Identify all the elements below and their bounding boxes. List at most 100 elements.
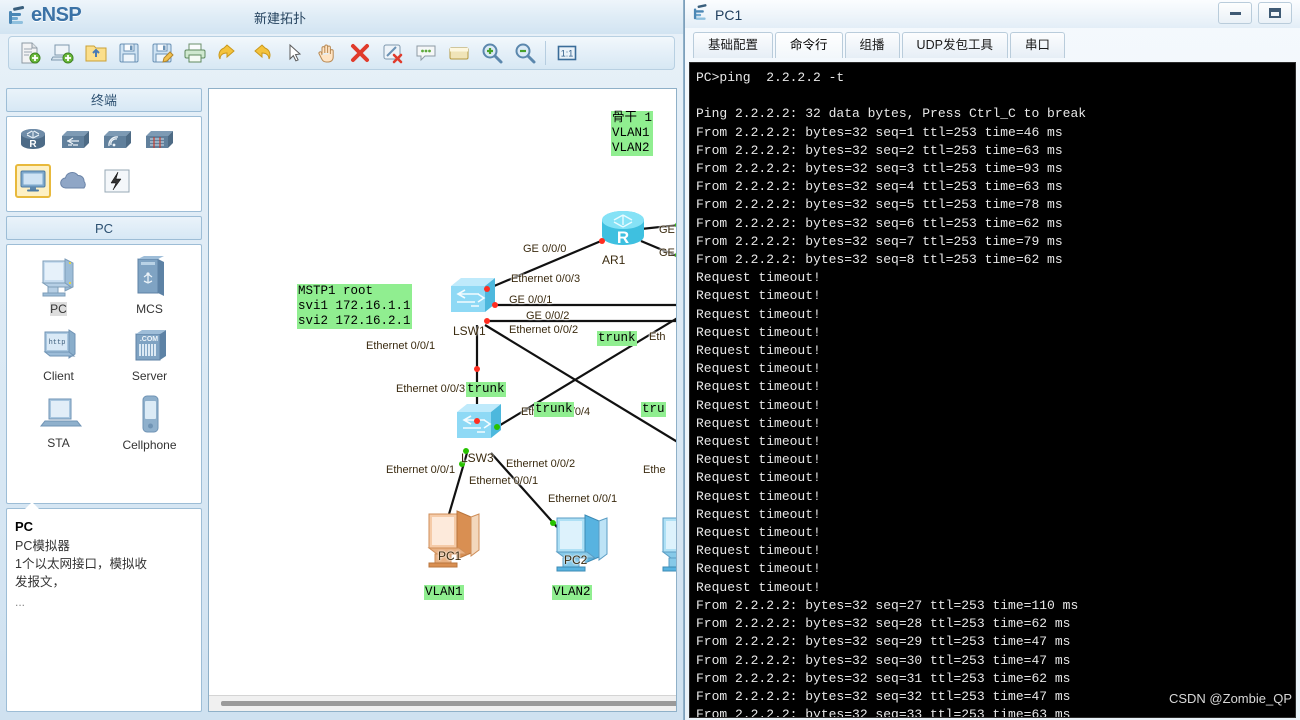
info-line-3: 发报文， (15, 575, 66, 590)
redo-icon[interactable] (244, 38, 277, 68)
link-endpoint-dot (675, 222, 676, 228)
scrollbar-thumb[interactable] (221, 701, 676, 706)
comment-icon[interactable] (409, 38, 442, 68)
terminal-line: Request timeout! (696, 397, 821, 413)
category-header-pc[interactable]: PC (6, 216, 202, 240)
select-cursor-icon[interactable] (277, 38, 310, 68)
firewall-icon[interactable] (141, 123, 177, 157)
print-icon[interactable] (178, 38, 211, 68)
interface-label: Ethernet 0/0/1 (386, 464, 456, 476)
terminal-line: From 2.2.2.2: bytes=32 seq=5 ttl=253 tim… (696, 197, 1063, 213)
ensp-titlebar: eNSP 新建拓扑 (0, 0, 683, 34)
device-label-pc2: PC2 (564, 553, 588, 567)
link-endpoint-dot (484, 286, 490, 292)
pc-device-grid: PC MCS http Client .COM Server STA Cellp… (6, 244, 202, 504)
pc1-window-title: PC1 (715, 6, 743, 23)
terminal-line: Request timeout! (696, 579, 821, 595)
terminal-line: From 2.2.2.2: bytes=32 seq=6 ttl=253 tim… (696, 215, 1063, 231)
annotation-tag-trunk[interactable]: trunk (534, 402, 574, 417)
tab-udp-tool[interactable]: UDP发包工具 (901, 32, 1008, 58)
svg-text:1:1: 1:1 (560, 49, 573, 59)
topology-canvas-container: R AR1 LSW1 LSW3 PC1 PC2 GE 0/0/0 GE GE E… (208, 88, 677, 712)
terminal-line: Request timeout! (696, 561, 821, 577)
interface-label: GE 0/0/0 (523, 243, 567, 255)
undo-icon[interactable] (211, 38, 244, 68)
frame-relay-icon[interactable] (99, 164, 135, 198)
new-device-icon[interactable] (46, 38, 79, 68)
terminal-line: Request timeout! (696, 506, 821, 522)
device-item-cellphone[interactable]: Cellphone (104, 393, 195, 452)
device-label-pc: PC (50, 302, 67, 316)
text-box-icon[interactable] (442, 38, 475, 68)
annotation-tag-vlan1[interactable]: VLAN1 (424, 585, 464, 600)
terminal-line: Request timeout! (696, 361, 821, 377)
terminal-line: PC>ping 2.2.2.2 -t (696, 70, 845, 85)
device-type-row-1: R (11, 123, 197, 157)
dotcom-server-icon: .COM (135, 330, 166, 361)
terminal-line: Request timeout! (696, 324, 821, 340)
router-icon[interactable]: R (15, 123, 51, 157)
minimize-button[interactable] (1218, 2, 1252, 24)
link-endpoint-dot (494, 424, 500, 430)
device-lsw1-switch-icon[interactable] (447, 272, 503, 324)
interface-label: Ethernet 0/0/2 (506, 458, 576, 470)
cloud-icon[interactable] (57, 164, 93, 198)
canvas-horizontal-scrollbar[interactable] (209, 695, 676, 711)
new-topology-icon[interactable] (13, 38, 46, 68)
delete-link-icon[interactable] (376, 38, 409, 68)
info-line-2: 1个以太网接口，模拟收 (15, 557, 147, 572)
interface-label: GE 0/0/2 (526, 310, 570, 322)
terminal-line: Request timeout! (696, 488, 821, 504)
device-pc3-icon-clipped[interactable] (653, 512, 676, 574)
end-device-icon[interactable] (15, 164, 51, 198)
device-item-sta[interactable]: STA (13, 393, 104, 452)
device-item-server[interactable]: .COM Server (104, 326, 195, 383)
pc1-terminal-output[interactable]: PC>ping 2.2.2.2 -t Ping 2.2.2.2: 32 data… (689, 62, 1296, 718)
device-item-mcs[interactable]: MCS (104, 255, 195, 316)
device-item-client[interactable]: http Client (13, 326, 104, 383)
tab-multicast[interactable]: 组播 (844, 32, 900, 58)
ensp-toolbar: 1:1 (8, 36, 675, 70)
annotation-tag-backbone[interactable]: 骨干 1 VLAN1 VLAN2 (611, 111, 654, 156)
tab-basic-config[interactable]: 基础配置 (693, 32, 774, 58)
wlan-ap-icon[interactable] (99, 123, 135, 157)
ensp-document-title: 新建拓扑 (253, 11, 306, 26)
terminal-line: Request timeout! (696, 543, 821, 559)
terminal-line: From 2.2.2.2: bytes=32 seq=28 ttl=253 ti… (696, 616, 1071, 632)
svg-text:http: http (48, 339, 65, 347)
device-lsw3-switch-icon[interactable] (453, 398, 509, 450)
device-label-ar1: AR1 (602, 253, 626, 267)
device-ar1-router-icon[interactable]: R (594, 207, 652, 255)
device-item-pc[interactable]: PC (13, 255, 104, 316)
annotation-tag-mstp1[interactable]: MSTP1 root svi1 172.16.1.1 svi2 172.16.2… (297, 284, 412, 329)
pan-hand-icon[interactable] (310, 38, 343, 68)
zoom-reset-icon[interactable]: 1:1 (550, 38, 583, 68)
annotation-tag-vlan2[interactable]: VLAN2 (552, 585, 592, 600)
device-type-row-2 (11, 164, 197, 198)
interface-label: Ethe (643, 464, 666, 476)
delete-icon[interactable] (343, 38, 376, 68)
toolbar-separator (545, 41, 546, 65)
minimize-icon (1229, 11, 1241, 15)
terminal-line: Request timeout! (696, 343, 821, 359)
ensp-main-window: eNSP 新建拓扑 1:1 终端 R PC PC MCS http Client… (0, 0, 684, 720)
annotation-tag-trunk[interactable]: trunk (597, 331, 637, 346)
terminal-line: Request timeout! (696, 434, 821, 450)
annotation-tag-trunk[interactable]: trunk (466, 382, 506, 397)
pc1-terminal-window: PC1 基础配置 命令行 组播 UDP发包工具 串口 PC>ping 2.2.2… (684, 0, 1300, 720)
category-header-terminal[interactable]: 终端 (6, 88, 202, 112)
annotation-tag-trunk[interactable]: tru (641, 402, 666, 417)
tab-serial-port[interactable]: 串口 (1009, 32, 1065, 58)
switch-icon[interactable] (57, 123, 93, 157)
zoom-out-icon[interactable] (508, 38, 541, 68)
open-folder-icon[interactable] (79, 38, 112, 68)
link-endpoint-dot (492, 302, 498, 308)
save-as-icon[interactable] (145, 38, 178, 68)
save-icon[interactable] (112, 38, 145, 68)
svg-text:R: R (29, 139, 37, 150)
topology-canvas[interactable]: R AR1 LSW1 LSW3 PC1 PC2 GE 0/0/0 GE GE E… (209, 89, 676, 695)
tab-command-line[interactable]: 命令行 (775, 32, 843, 58)
maximize-button[interactable] (1258, 2, 1292, 24)
interface-label: Ethernet 0/0/1 (548, 493, 618, 505)
zoom-in-icon[interactable] (475, 38, 508, 68)
